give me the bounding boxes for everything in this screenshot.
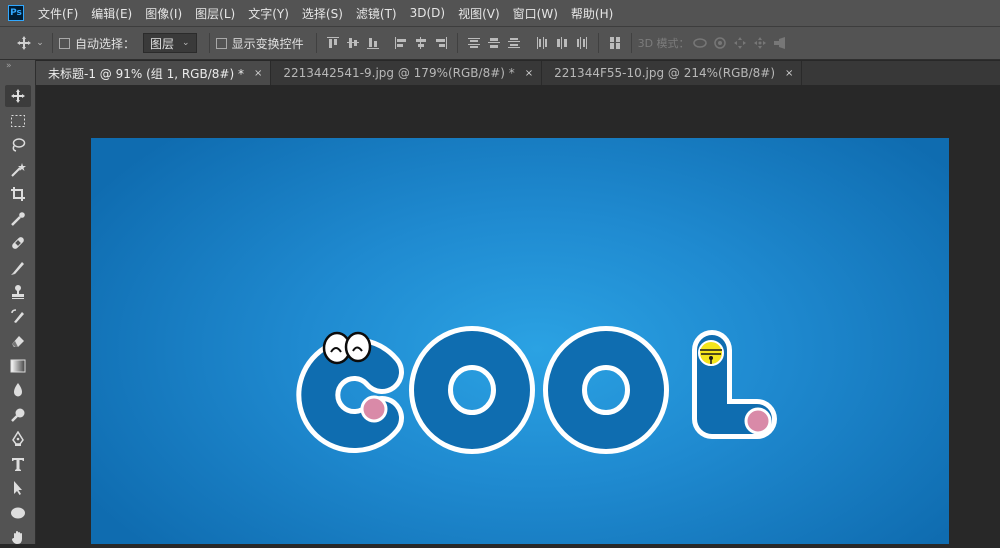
3d-orbit-icon[interactable] xyxy=(690,33,710,53)
distribute-horizontal-center-icon[interactable] xyxy=(552,33,572,53)
menu-view[interactable]: 视图(V) xyxy=(458,5,500,22)
options-bar: ⌄ 自动选择： 图层 ⌄ 显示变换控件 3D 模式： xyxy=(0,26,1000,60)
document-canvas[interactable] xyxy=(91,138,949,544)
auto-select-dropdown[interactable]: 图层 ⌄ xyxy=(143,33,197,53)
3d-scale-icon[interactable] xyxy=(770,33,790,53)
healing-brush-tool-icon[interactable] xyxy=(5,232,31,254)
path-selection-tool-icon[interactable] xyxy=(5,477,31,499)
brush-tool-icon[interactable] xyxy=(5,257,31,279)
align-vertical-center-icon[interactable] xyxy=(343,33,363,53)
tools-panel: » xyxy=(0,60,36,544)
menu-3d[interactable]: 3D(D) xyxy=(410,6,445,20)
eraser-tool-icon[interactable] xyxy=(5,330,31,352)
align-bottom-icon[interactable] xyxy=(363,33,383,53)
menu-window[interactable]: 窗口(W) xyxy=(513,5,558,22)
checkbox-box[interactable] xyxy=(215,37,227,49)
auto-select-checkbox[interactable]: 自动选择： xyxy=(59,35,135,52)
eyes-graphic xyxy=(322,331,372,365)
3d-slide-icon[interactable] xyxy=(750,33,770,53)
distribute-bottom-icon[interactable] xyxy=(504,33,524,53)
divider xyxy=(52,33,53,53)
letter-o-graphic xyxy=(543,326,669,454)
gradient-tool-icon[interactable] xyxy=(5,355,31,377)
distribute-vertical-center-icon[interactable] xyxy=(484,33,504,53)
align-horizontal-center-icon[interactable] xyxy=(411,33,431,53)
3d-pan-icon[interactable] xyxy=(730,33,750,53)
divider xyxy=(315,33,317,53)
menu-type[interactable]: 文字(Y) xyxy=(248,5,289,22)
move-tool-icon[interactable] xyxy=(5,85,31,107)
menu-bar: Ps 文件(F) 编辑(E) 图像(I) 图层(L) 文字(Y) 选择(S) 滤… xyxy=(0,0,1000,26)
close-icon[interactable]: × xyxy=(254,68,262,79)
tab-document-1[interactable]: 未标题-1 @ 91% (组 1, RGB/8#) * × xyxy=(36,61,272,85)
divider xyxy=(597,33,599,53)
menu-help[interactable]: 帮助(H) xyxy=(571,5,613,22)
divider xyxy=(208,33,210,53)
tab-label: 未标题-1 @ 91% (组 1, RGB/8#) * xyxy=(48,66,244,81)
close-icon[interactable]: × xyxy=(525,68,533,79)
menu-filter[interactable]: 滤镜(T) xyxy=(356,5,397,22)
distribute-right-icon[interactable] xyxy=(572,33,592,53)
3d-mode-label: 3D 模式： xyxy=(637,37,690,50)
letter-c-graphic xyxy=(296,331,404,453)
ellipse-tool-icon[interactable] xyxy=(5,502,31,524)
bell-graphic xyxy=(698,340,724,366)
cool-artwork xyxy=(296,326,777,454)
letter-o-graphic xyxy=(409,326,535,454)
type-tool-icon[interactable] xyxy=(5,453,31,475)
distribute-left-icon[interactable] xyxy=(532,33,552,53)
blur-tool-icon[interactable] xyxy=(5,379,31,401)
tab-document-3[interactable]: 221344F55-10.jpg @ 214%(RGB/8#) × xyxy=(542,61,803,85)
marquee-tool-icon[interactable] xyxy=(5,110,31,132)
move-options-icon[interactable] xyxy=(14,33,34,53)
clone-stamp-tool-icon[interactable] xyxy=(5,281,31,303)
chevron-down-icon[interactable]: ⌄ xyxy=(34,33,46,53)
align-top-icon[interactable] xyxy=(323,33,343,53)
history-brush-tool-icon[interactable] xyxy=(5,306,31,328)
menu-layer[interactable]: 图层(L) xyxy=(195,5,235,22)
menu-image[interactable]: 图像(I) xyxy=(145,5,182,22)
tab-label: 221344F55-10.jpg @ 214%(RGB/8#) xyxy=(554,66,776,80)
auto-select-label: 自动选择： xyxy=(75,36,136,51)
lasso-tool-icon[interactable] xyxy=(5,134,31,156)
align-left-icon[interactable] xyxy=(391,33,411,53)
divider xyxy=(456,33,458,53)
show-transform-label: 显示变换控件 xyxy=(231,36,304,51)
3d-roll-icon[interactable] xyxy=(710,33,730,53)
crop-tool-icon[interactable] xyxy=(5,183,31,205)
eyedropper-tool-icon[interactable] xyxy=(5,208,31,230)
photoshop-logo-icon: Ps xyxy=(8,5,24,21)
tab-label: 2213442541-9.jpg @ 179%(RGB/8#) * xyxy=(283,66,515,80)
checkbox-box[interactable] xyxy=(59,37,70,49)
panel-collapse-grip[interactable]: » xyxy=(0,60,35,85)
close-icon[interactable]: × xyxy=(785,68,793,79)
align-right-icon[interactable] xyxy=(431,33,451,53)
letter-l-graphic xyxy=(692,330,777,439)
magic-wand-tool-icon[interactable] xyxy=(5,159,31,181)
menu-select[interactable]: 选择(S) xyxy=(302,5,343,22)
hand-tool-icon[interactable] xyxy=(5,526,31,548)
chevron-down-icon: ⌄ xyxy=(182,38,190,48)
document-tabs: 未标题-1 @ 91% (组 1, RGB/8#) * × 2213442541… xyxy=(36,61,1000,85)
auto-align-layers-icon[interactable] xyxy=(605,33,625,53)
auto-select-value: 图层 xyxy=(150,36,175,51)
dodge-tool-icon[interactable] xyxy=(5,404,31,426)
pen-tool-icon[interactable] xyxy=(5,428,31,450)
menu-file[interactable]: 文件(F) xyxy=(38,5,78,22)
show-transform-checkbox[interactable]: 显示变换控件 xyxy=(215,35,304,52)
distribute-top-icon[interactable] xyxy=(464,33,484,53)
divider xyxy=(630,33,632,53)
menu-edit[interactable]: 编辑(E) xyxy=(91,5,132,22)
tab-document-2[interactable]: 2213442541-9.jpg @ 179%(RGB/8#) * × xyxy=(271,61,543,85)
